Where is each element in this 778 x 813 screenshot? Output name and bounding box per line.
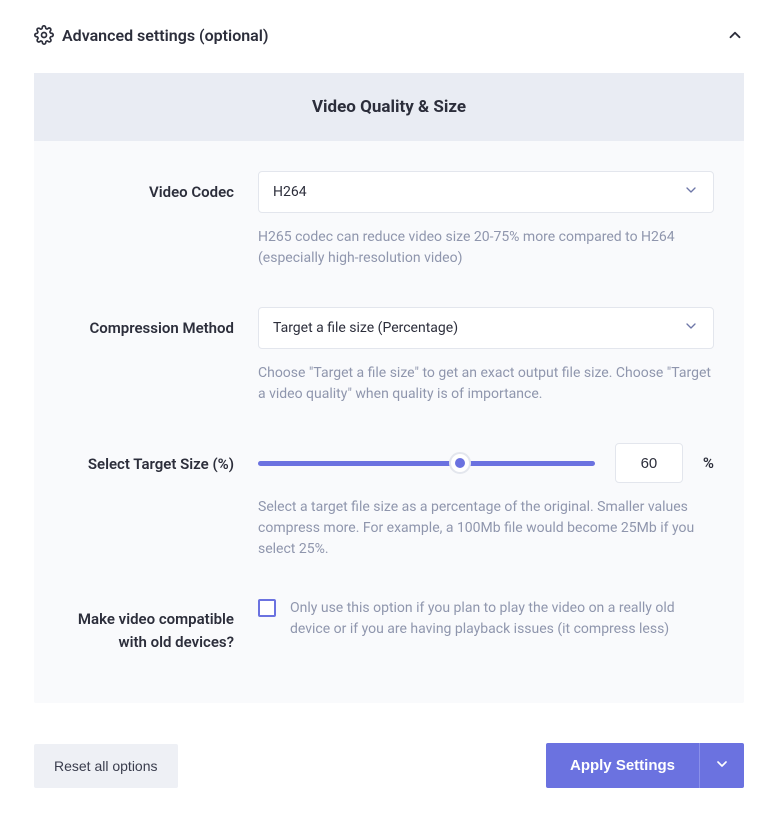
field-control: Only use this option if you plan to play… <box>258 598 714 653</box>
slider-thumb[interactable] <box>449 452 471 474</box>
slider-row: % <box>258 443 714 483</box>
field-control: H264 H265 codec can reduce video size 20… <box>258 171 714 269</box>
checkbox-helper: Only use this option if you plan to play… <box>290 598 714 640</box>
apply-dropdown-button[interactable] <box>699 743 744 788</box>
footer: Reset all options Apply Settings <box>34 743 744 788</box>
percent-unit: % <box>703 454 714 472</box>
header-title: Advanced settings (optional) <box>62 26 269 45</box>
field-label: Make video compatible with old devices? <box>64 598 234 653</box>
target-size-input[interactable] <box>615 443 683 483</box>
apply-group: Apply Settings <box>546 743 744 788</box>
compression-method-select[interactable]: Target a file size (Percentage) <box>258 307 714 349</box>
field-compression-method: Compression Method Target a file size (P… <box>64 307 714 405</box>
chevron-down-icon <box>714 756 730 775</box>
chevron-up-icon[interactable] <box>726 26 744 44</box>
slider-thumb-inner <box>455 458 465 468</box>
field-label: Select Target Size (%) <box>64 443 234 560</box>
field-compatibility: Make video compatible with old devices? … <box>64 598 714 653</box>
reset-button[interactable]: Reset all options <box>34 744 178 788</box>
select-value: Target a file size (Percentage) <box>273 320 683 336</box>
chevron-down-icon <box>683 182 699 202</box>
compatibility-checkbox[interactable] <box>258 599 276 617</box>
helper-text: Choose "Target a file size" to get an ex… <box>258 363 714 405</box>
helper-text: H265 codec can reduce video size 20-75% … <box>258 227 714 269</box>
video-codec-select[interactable]: H264 <box>258 171 714 213</box>
target-size-slider[interactable] <box>258 447 595 480</box>
panel-body: Video Codec H264 H265 codec can reduce v… <box>34 141 744 703</box>
panel-title: Video Quality & Size <box>34 73 744 141</box>
field-video-codec: Video Codec H264 H265 codec can reduce v… <box>64 171 714 269</box>
checkbox-row: Only use this option if you plan to play… <box>258 598 714 640</box>
slider-track <box>258 461 595 466</box>
helper-text: Select a target file size as a percentag… <box>258 497 714 560</box>
header-left: Advanced settings (optional) <box>34 25 269 45</box>
field-label: Video Codec <box>64 171 234 269</box>
gear-icon <box>34 25 54 45</box>
field-target-size: Select Target Size (%) % Select a target… <box>64 443 714 560</box>
apply-button[interactable]: Apply Settings <box>546 743 699 788</box>
chevron-down-icon <box>683 318 699 338</box>
field-label: Compression Method <box>64 307 234 405</box>
select-value: H264 <box>273 184 683 200</box>
settings-panel: Video Quality & Size Video Codec H264 H2… <box>34 73 744 703</box>
field-control: Target a file size (Percentage) Choose "… <box>258 307 714 405</box>
section-header[interactable]: Advanced settings (optional) <box>34 25 744 45</box>
field-control: % Select a target file size as a percent… <box>258 443 714 560</box>
